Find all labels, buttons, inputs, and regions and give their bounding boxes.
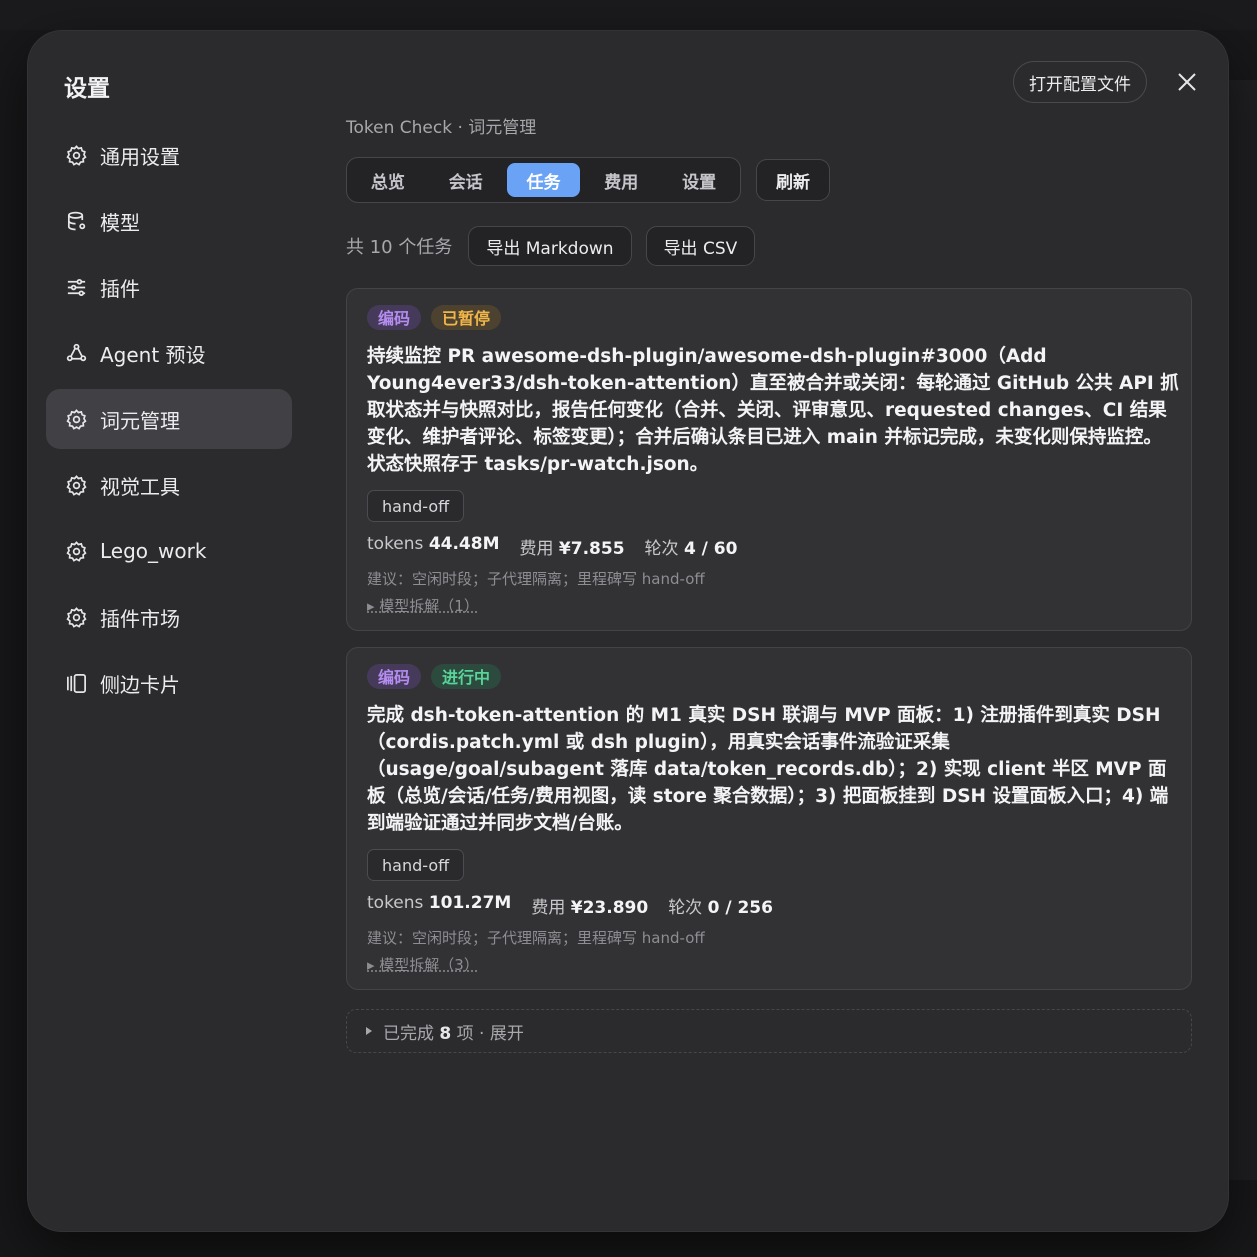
nav-label: 侧边卡片 — [100, 672, 180, 697]
gear-icon — [64, 143, 88, 167]
tag-status: 进行中 — [431, 663, 502, 689]
nav-item-plugin-market[interactable]: 插件市场 — [46, 587, 292, 647]
caret-right-icon — [366, 1027, 372, 1035]
breadcrumb: Token Check · 词元管理 — [346, 118, 537, 138]
tab-tasks[interactable]: 任务 — [506, 163, 581, 197]
nav-label: 视觉工具 — [100, 474, 180, 499]
sliders-icon — [64, 275, 88, 299]
task-card: 编码 已暂停 持续监控 PR awesome-dsh-plugin/awesom… — [346, 288, 1192, 631]
gear-icon — [64, 539, 88, 563]
nav-item-vision-tools[interactable]: 视觉工具 — [46, 455, 292, 515]
task-card: 编码 进行中 完成 dsh-token-attention 的 M1 真实 DS… — [346, 647, 1192, 990]
gear-icon — [64, 407, 88, 431]
nav-label: 插件市场 — [100, 606, 180, 631]
nav-label: 插件 — [100, 276, 140, 301]
nav-label: 通用设置 — [100, 144, 180, 169]
export-csv-button[interactable]: 导出 CSV — [645, 226, 756, 266]
task-stats: tokens 101.27M 费用 ¥23.890 轮次 0 / 256 — [367, 893, 1171, 918]
close-button[interactable] — [1172, 67, 1202, 97]
nav-label: 词元管理 — [100, 408, 180, 433]
cost-stat: 费用 ¥23.890 — [531, 898, 649, 918]
tag-status: 已暂停 — [431, 304, 502, 330]
settings-dialog: 设置 通用设置 模型 插件 Agent 预设 词元管理 视觉工具 Lego_wo… — [28, 31, 1228, 1231]
rounds-stat: 轮次 0 / 256 — [668, 898, 773, 918]
close-icon — [1178, 73, 1196, 91]
nav-label: 模型 — [100, 210, 140, 235]
export-markdown-button[interactable]: 导出 Markdown — [468, 226, 632, 266]
nav-item-side-cards[interactable]: 侧边卡片 — [46, 653, 292, 713]
nav-item-lego-work[interactable]: Lego_work — [46, 521, 292, 581]
settings-nav: 通用设置 模型 插件 Agent 预设 词元管理 视觉工具 Lego_work … — [46, 125, 292, 719]
task-advice: 建议：空闲时段；子代理隔离；里程碑写 hand-off — [367, 570, 705, 588]
tag-category: 编码 — [367, 663, 422, 689]
handoff-badge[interactable]: hand-off — [367, 490, 465, 522]
task-toolbar: 共 10 个任务 导出 Markdown 导出 CSV — [346, 225, 756, 267]
task-tags: 编码 进行中 — [367, 662, 1171, 690]
handoff-badge[interactable]: hand-off — [367, 849, 465, 881]
nav-label: Lego_work — [100, 539, 207, 563]
gear-icon — [64, 605, 88, 629]
task-title: 完成 dsh-token-attention 的 M1 真实 DSH 联调与 M… — [367, 705, 1169, 834]
task-stats: tokens 44.48M 费用 ¥7.855 轮次 4 / 60 — [367, 534, 1171, 559]
tokens-stat: tokens 44.48M — [367, 534, 500, 554]
tab-bar: 总览 会话 任务 费用 设置 — [346, 157, 741, 203]
completed-tasks-toggle[interactable]: 已完成 8 项 · 展开 — [346, 1009, 1192, 1053]
completed-label: 已完成 8 项 · 展开 — [383, 1023, 524, 1044]
model-breakdown-toggle[interactable]: ▸ 模型拆解（1） — [367, 595, 479, 616]
nav-item-plugins[interactable]: 插件 — [46, 257, 292, 317]
nav-item-token-management[interactable]: 词元管理 — [46, 389, 292, 449]
nav-item-models[interactable]: 模型 — [46, 191, 292, 251]
nav-item-agent-presets[interactable]: Agent 预设 — [46, 323, 292, 383]
task-tags: 编码 已暂停 — [367, 303, 1171, 331]
tag-category: 编码 — [367, 304, 422, 330]
cost-stat: 费用 ¥7.855 — [519, 539, 625, 559]
tab-settings[interactable]: 设置 — [662, 163, 736, 197]
dialog-title: 设置 — [64, 76, 110, 102]
nav-item-general[interactable]: 通用设置 — [46, 125, 292, 185]
task-count: 共 10 个任务 — [346, 237, 453, 258]
tab-costs[interactable]: 费用 — [584, 163, 658, 197]
backdrop-strip — [0, 0, 1257, 30]
database-icon — [64, 209, 88, 233]
rounds-stat: 轮次 4 / 60 — [644, 539, 738, 559]
gear-icon — [64, 473, 88, 497]
refresh-button[interactable]: 刷新 — [756, 159, 830, 201]
task-title: 持续监控 PR awesome-dsh-plugin/awesome-dsh-p… — [367, 346, 1179, 475]
tokens-stat: tokens 101.27M — [367, 893, 512, 913]
cards-icon — [64, 671, 88, 695]
task-advice: 建议：空闲时段；子代理隔离；里程碑写 hand-off — [367, 929, 705, 947]
model-breakdown-toggle[interactable]: ▸ 模型拆解（3） — [367, 954, 479, 975]
agent-icon — [64, 341, 88, 365]
nav-label: Agent 预设 — [100, 342, 206, 367]
open-config-button[interactable]: 打开配置文件 — [1013, 61, 1147, 103]
tab-sessions[interactable]: 会话 — [429, 163, 503, 197]
tab-overview[interactable]: 总览 — [351, 163, 425, 197]
